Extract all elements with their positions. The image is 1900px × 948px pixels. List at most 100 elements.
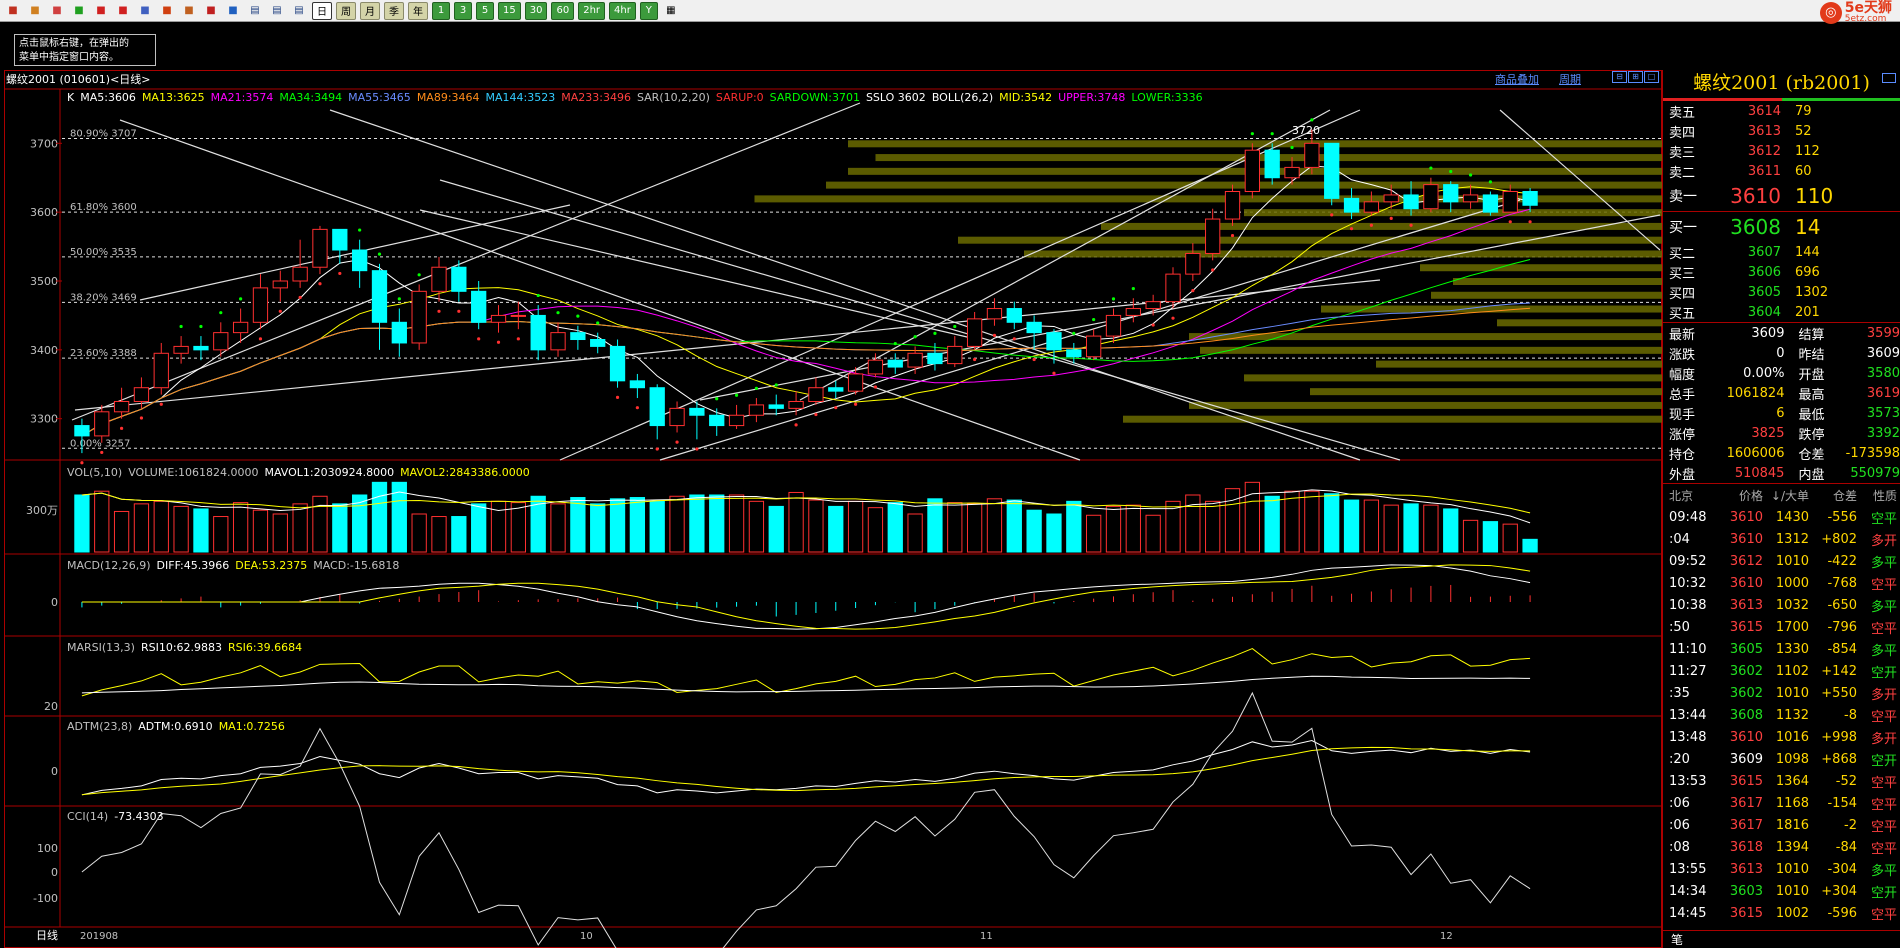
tile-icon[interactable]: ⊞: [1628, 71, 1643, 83]
overlay-link[interactable]: 商品叠加: [1495, 71, 1539, 87]
panel-toggle-icon[interactable]: [1882, 73, 1896, 83]
trade-row[interactable]: :06 3617 1168 -154 空平: [1663, 792, 1900, 814]
trade-row[interactable]: :06 3617 1816 -2 空平: [1663, 814, 1900, 836]
trend-line: [71, 102, 861, 421]
indicator-value: MA144:3523: [485, 91, 556, 104]
trade-row[interactable]: 09:52 3612 1010 -422 多平: [1663, 550, 1900, 572]
volume-bar: [371, 481, 388, 553]
trade-volume: 1816: [1775, 817, 1809, 833]
trade-oi-change: +998: [1821, 729, 1857, 745]
sar-dot: [1211, 268, 1215, 272]
trade-row[interactable]: 11:27 3602 1102 +142 空开: [1663, 660, 1900, 682]
trade-row[interactable]: 13:44 3608 1132 -8 空平: [1663, 704, 1900, 726]
fib-label: 38.20% 3469: [70, 292, 137, 303]
bid-row: 买一 3608 14: [1663, 212, 1900, 242]
volume-bar: [312, 495, 328, 553]
bid-row: 买三 3606 696: [1663, 262, 1900, 282]
trade-row[interactable]: :20 3609 1098 +868 空开: [1663, 748, 1900, 770]
volume-bar: [471, 503, 487, 553]
stat-value: 3580: [1866, 365, 1900, 381]
trade-row[interactable]: 10:38 3613 1032 -650 多平: [1663, 594, 1900, 616]
bid-row: 买二 3607 144: [1663, 242, 1900, 262]
trade-row[interactable]: 11:10 3605 1330 -854 多平: [1663, 638, 1900, 660]
volume-bar: [986, 498, 1003, 553]
logo-main: 5e天狮: [1844, 0, 1892, 16]
trade-row[interactable]: :35 3602 1010 +550 多开: [1663, 682, 1900, 704]
volume-bar: [748, 500, 765, 553]
trade-nature: 多平: [1870, 863, 1897, 879]
trade-row[interactable]: :50 3615 1700 -796 空平: [1663, 616, 1900, 638]
indicator-value: VOL(5,10): [67, 466, 123, 479]
candle-body: [1363, 201, 1380, 213]
fib-label: 0.00% 3257: [70, 438, 130, 449]
th-city: 北京: [1669, 488, 1694, 503]
indicator-value: CCI(14): [67, 810, 109, 823]
trade-row[interactable]: 13:55 3613 1010 -304 多平: [1663, 858, 1900, 880]
volume-bar: [828, 505, 844, 553]
rsi10-line: [81, 675, 1531, 694]
volume-bar: [1403, 503, 1419, 553]
trade-nature: 多开: [1870, 533, 1897, 549]
quote-title: 螺纹2001 (rb2001): [1663, 70, 1900, 98]
trade-row[interactable]: :04 3610 1312 +802 多开: [1663, 528, 1900, 550]
restore-icon[interactable]: ⊟: [1612, 71, 1627, 83]
trade-time: 11:10: [1669, 641, 1707, 657]
stat-label: 涨停: [1669, 427, 1696, 443]
sar-dot: [199, 324, 203, 329]
sar-dot: [1052, 371, 1056, 375]
diff-line: [81, 564, 1531, 630]
trade-row[interactable]: 14:34 3603 1010 +304 空开: [1663, 880, 1900, 902]
x-axis-label: 11: [980, 931, 993, 942]
sar-dot: [278, 309, 282, 313]
trade-row[interactable]: 13:48 3610 1016 +998 多开: [1663, 726, 1900, 748]
candle-body: [689, 407, 705, 416]
trade-row[interactable]: 13:53 3615 1364 -52 空平: [1663, 770, 1900, 792]
volume-bar: [1125, 504, 1141, 553]
bottom-tab[interactable]: 笔: [1663, 930, 1900, 948]
bid-row: 买五 3604 201: [1663, 302, 1900, 322]
candle-body: [411, 290, 427, 344]
trade-row[interactable]: 10:32 3610 1000 -768 空平: [1663, 572, 1900, 594]
sar-dot: [675, 440, 679, 444]
sar-dot: [1032, 357, 1036, 362]
sar-dot: [358, 228, 362, 232]
candle-body: [471, 290, 487, 323]
candle-body: [570, 332, 586, 341]
trade-price: 3617: [1729, 817, 1763, 833]
trade-price: 3605: [1729, 641, 1763, 657]
candle-body: [1244, 149, 1260, 192]
candle-body: [629, 380, 646, 389]
volume-profile-bar: [1244, 374, 1662, 382]
volume-bar: [927, 498, 943, 553]
volume-bar: [1522, 538, 1538, 553]
chart-title: 螺纹2001 (010601)<日线>: [6, 73, 151, 86]
volume-bar: [649, 500, 665, 553]
stat-row: 现手 6 最低 3573: [1663, 403, 1900, 423]
sar-dot: [258, 337, 263, 341]
indicator-value: SARDOWN:3701: [769, 91, 860, 104]
candle-body: [867, 359, 884, 375]
sar-dot: [1409, 223, 1413, 227]
trade-nature: 空开: [1870, 665, 1897, 681]
trade-nature: 空平: [1870, 841, 1897, 857]
indicator-value: ADTM:0.6910: [138, 720, 213, 733]
sar-dot: [814, 412, 818, 417]
trade-row[interactable]: 09:48 3610 1430 -556 空平: [1663, 506, 1900, 528]
candle-body: [451, 266, 467, 292]
trade-list[interactable]: 09:48 3610 1430 -556 空平:04 3610 1312 +802 多开 09:5…: [1663, 506, 1900, 924]
trade-nature: 空平: [1870, 797, 1897, 813]
maximize-icon[interactable]: □: [1644, 71, 1659, 83]
sar-dot: [298, 295, 302, 300]
trade-price: 3609: [1729, 751, 1763, 767]
volume-profile-bar: [1376, 360, 1662, 368]
ask-price: 3613: [1747, 123, 1781, 139]
trade-row[interactable]: :08 3618 1394 -84 空平: [1663, 836, 1900, 858]
stat-value: 3609: [1866, 345, 1900, 361]
volume-bar: [768, 505, 784, 553]
indicator-value: UPPER:3748: [1058, 91, 1126, 104]
volume-profile-bar: [1497, 319, 1662, 327]
trade-time: 11:27: [1669, 663, 1707, 679]
trade-row[interactable]: 14:45 3615 1002 -596 空平: [1663, 902, 1900, 924]
period-link[interactable]: 周期: [1559, 71, 1581, 87]
ask-volume: 52: [1795, 123, 1812, 139]
